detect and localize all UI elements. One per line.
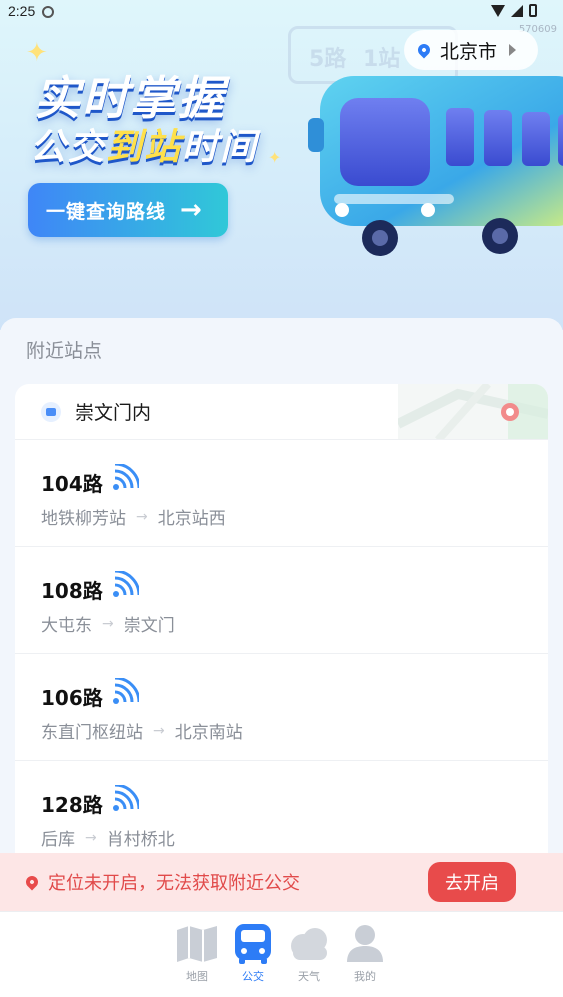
- tab-bus[interactable]: 公交: [225, 924, 281, 984]
- tab-label: 我的: [354, 970, 376, 983]
- subheadline-part: 公交: [30, 127, 107, 168]
- direction-arrow-icon: →: [153, 722, 165, 739]
- enable-location-button[interactable]: 去开启: [428, 862, 516, 902]
- alert-message: 定位未开启，无法获取附近公交: [48, 873, 300, 894]
- subheadline-part: 时间: [182, 127, 259, 168]
- map-icon: [177, 926, 217, 962]
- query-route-label: 一键查询路线: [46, 200, 167, 223]
- tab-weather[interactable]: 天气: [281, 924, 337, 984]
- route-name: 104路: [41, 472, 103, 496]
- bus-icon: [235, 924, 271, 964]
- city-name: 北京市: [440, 40, 498, 63]
- profile-icon: [347, 925, 383, 962]
- tab-label: 地图: [186, 970, 208, 983]
- tab-label: 天气: [298, 970, 320, 983]
- location-pin-icon: [415, 41, 433, 59]
- section-title: 附近站点: [26, 340, 103, 362]
- stop-name: 崇文门内: [75, 402, 152, 424]
- route-row[interactable]: 108路 大屯东 → 崇文门: [15, 547, 548, 654]
- route-from: 后库: [41, 830, 75, 850]
- direction-arrow-icon: →: [102, 615, 114, 632]
- route-direction: 东直门枢纽站 → 北京南站: [41, 718, 243, 744]
- route-from: 大屯东: [41, 616, 92, 636]
- realtime-signal-icon: [113, 571, 139, 597]
- banner-subheadline: 公交到站时间: [30, 118, 258, 170]
- realtime-signal-icon: [113, 464, 139, 490]
- location-pin-icon: [23, 873, 41, 891]
- route-row[interactable]: 128路 后库 → 肖村桥北: [15, 761, 548, 864]
- arrow-right-icon: →: [180, 195, 202, 225]
- weather-cloud-icon: [291, 928, 327, 960]
- route-from: 东直门枢纽站: [41, 723, 143, 743]
- tab-map[interactable]: 地图: [169, 924, 225, 984]
- route-row[interactable]: 106路 东直门枢纽站 → 北京南站: [15, 654, 548, 761]
- status-icons: [491, 4, 537, 17]
- location-disabled-banner: 定位未开启，无法获取附近公交 去开启: [0, 853, 563, 911]
- status-bar: 2:25: [0, 0, 563, 24]
- wifi-icon: [491, 4, 505, 17]
- hero-banner[interactable]: 5路 1站 2:25 570609 ✦ ✦ 实时掌握 公交到站时间 一键查询路线…: [0, 0, 563, 330]
- route-direction: 大屯东 → 崇文门: [41, 611, 175, 637]
- direction-arrow-icon: →: [136, 508, 148, 525]
- query-route-button[interactable]: 一键查询路线 →: [28, 183, 228, 237]
- route-to: 北京南站: [174, 723, 243, 743]
- route-name: 128路: [41, 793, 103, 817]
- route-from: 地铁柳芳站: [41, 509, 126, 529]
- bus-stop-icon: [41, 401, 61, 422]
- sparkle-icon: ✦: [268, 148, 282, 167]
- bottom-tab-bar: 地图 公交 天气 我的: [0, 911, 563, 997]
- tab-label: 公交: [242, 970, 264, 983]
- route-to: 北京站西: [157, 509, 226, 529]
- notification-icon: [42, 6, 54, 18]
- signal-icon: [511, 4, 523, 17]
- map-decoration: [398, 384, 548, 439]
- stop-header[interactable]: 崇文门内: [15, 384, 548, 440]
- route-to: 崇文门: [123, 616, 175, 636]
- battery-icon: [529, 4, 537, 17]
- nearby-stop-card: 崇文门内 104路 地铁柳芳站 → 北京站西 108路 大屯东 → 崇文门 10…: [15, 384, 548, 864]
- realtime-signal-icon: [113, 785, 139, 811]
- route-name: 106路: [41, 686, 103, 710]
- bus-illustration: [308, 76, 563, 256]
- realtime-signal-icon: [113, 678, 139, 704]
- route-direction: 后库 → 肖村桥北: [41, 825, 175, 851]
- chevron-right-icon: [509, 44, 517, 56]
- route-to: 肖村桥北: [106, 830, 175, 850]
- route-row[interactable]: 104路 地铁柳芳站 → 北京站西: [15, 440, 548, 547]
- tab-profile[interactable]: 我的: [337, 924, 393, 984]
- city-selector[interactable]: 北京市: [404, 30, 538, 70]
- direction-arrow-icon: →: [85, 829, 97, 846]
- route-name: 108路: [41, 579, 103, 603]
- route-direction: 地铁柳芳站 → 北京站西: [41, 504, 226, 530]
- status-time: 2:25: [8, 3, 36, 19]
- subheadline-highlight: 到站: [106, 127, 183, 168]
